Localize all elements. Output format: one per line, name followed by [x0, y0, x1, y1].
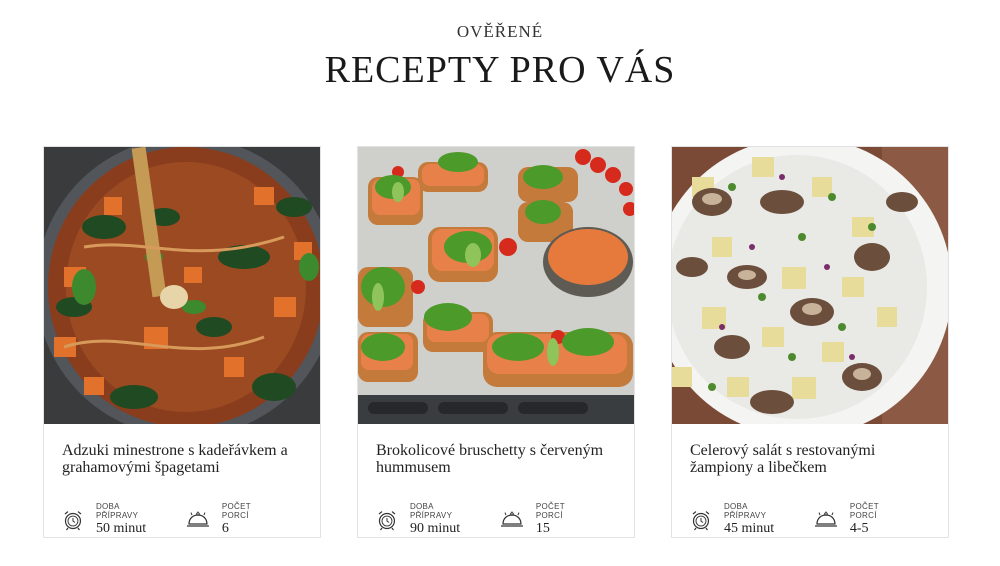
alarm-clock-icon	[378, 510, 396, 530]
prep-time-value: 50 minut	[95, 521, 147, 536]
recipe-card[interactable]: Celerový salát s restovanými žampiony a …	[671, 146, 949, 538]
cloche-icon	[186, 511, 209, 527]
soup-pot-photo[interactable]	[44, 147, 320, 424]
recipe-meta: DOBA PŘÍPRAVY 90 minut POČET PORCÍ 15	[376, 502, 616, 537]
cloche-icon	[500, 511, 523, 527]
recipe-meta: DOBA PŘÍPRAVY 45 minut POČET PORCÍ 4-5	[690, 502, 930, 537]
alarm-clock-icon	[692, 510, 710, 530]
alarm-clock-icon	[64, 510, 82, 530]
recipe-card-list: Adzuki minestrone s kadeřávkem a grahamo…	[43, 146, 949, 538]
servings-label: POČET PORCÍ	[535, 502, 565, 520]
prep-time: DOBA PŘÍPRAVY 90 minut	[376, 502, 478, 537]
servings-value: 15	[535, 521, 550, 536]
recipe-card[interactable]: Brokolicové bruschetty s červeným hummus…	[357, 146, 635, 538]
prep-time: DOBA PŘÍPRAVY 45 minut	[690, 502, 792, 537]
servings-label: POČET PORCÍ	[221, 502, 251, 520]
prep-time-label: DOBA PŘÍPRAVY	[409, 502, 453, 520]
servings: POČET PORCÍ 15	[500, 502, 594, 537]
recipe-title[interactable]: Celerový salát s restovanými žampiony a …	[690, 442, 930, 494]
servings: POČET PORCÍ 6	[186, 502, 280, 537]
prep-time-value: 90 minut	[409, 521, 461, 536]
recipe-meta: DOBA PŘÍPRAVY 50 minut POČET PORCÍ 6	[62, 502, 302, 537]
cloche-icon	[814, 511, 837, 527]
servings-value: 6	[221, 521, 229, 536]
servings-value: 4-5	[849, 521, 869, 536]
prep-time: DOBA PŘÍPRAVY 50 minut	[62, 502, 164, 537]
servings-label: POČET PORCÍ	[849, 502, 879, 520]
mushroom-salad-photo[interactable]	[672, 147, 948, 424]
bruschetta-tray-photo[interactable]	[358, 147, 634, 424]
section-title: RECEPTY PRO VÁS	[324, 49, 676, 91]
prep-time-label: DOBA PŘÍPRAVY	[95, 502, 139, 520]
prep-time-value: 45 minut	[723, 521, 775, 536]
recipe-card[interactable]: Adzuki minestrone s kadeřávkem a grahamo…	[43, 146, 321, 538]
servings: POČET PORCÍ 4-5	[814, 502, 908, 537]
recipe-title[interactable]: Brokolicové bruschetty s červeným hummus…	[376, 442, 616, 494]
section-kicker: OVĚŘENÉ	[456, 22, 544, 41]
prep-time-label: DOBA PŘÍPRAVY	[723, 502, 767, 520]
recipe-title[interactable]: Adzuki minestrone s kadeřávkem a grahamo…	[62, 442, 302, 494]
section-header: OVĚŘENÉ RECEPTY PRO VÁS	[0, 0, 1000, 92]
